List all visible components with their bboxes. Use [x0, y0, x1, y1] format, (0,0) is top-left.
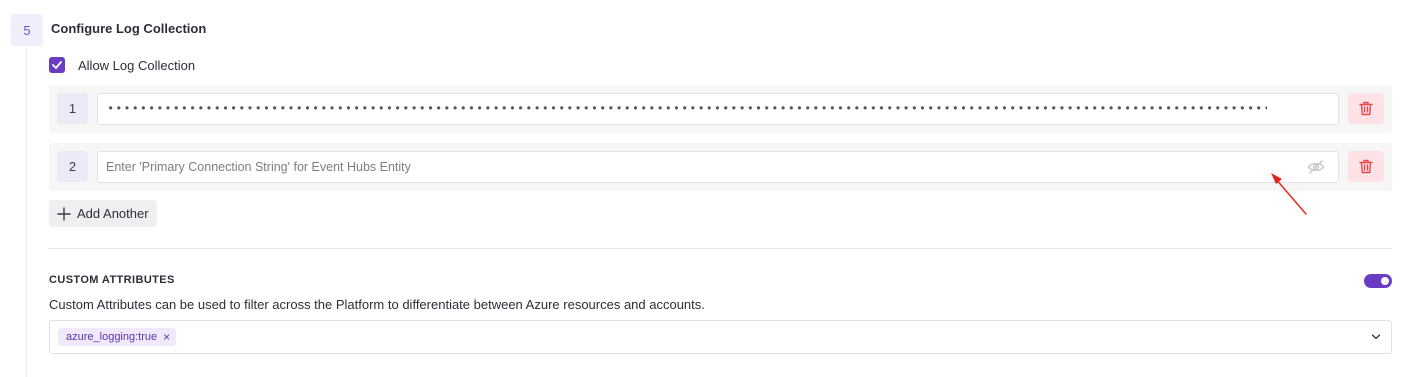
custom-attributes-toggle[interactable]: [1364, 274, 1392, 288]
masked-connection-string: ••••••••••••••••••••••••••••••••••••••••…: [107, 102, 1267, 116]
attribute-tag-label: azure_logging:true: [66, 331, 158, 343]
allow-log-collection-row[interactable]: Allow Log Collection: [49, 57, 195, 73]
allow-log-collection-checkbox[interactable]: [49, 57, 65, 73]
chevron-down-icon[interactable]: [1371, 333, 1381, 341]
section-divider: [49, 248, 1392, 249]
trash-icon: [1359, 101, 1373, 116]
delete-row-button[interactable]: [1348, 93, 1384, 124]
step-title: Configure Log Collection: [51, 21, 207, 36]
check-icon: [52, 61, 62, 69]
allow-log-collection-label: Allow Log Collection: [78, 57, 196, 73]
row-number: 2: [57, 151, 88, 182]
plus-icon: [57, 206, 71, 221]
add-another-label: Add Another: [77, 206, 149, 221]
add-another-button[interactable]: Add Another: [49, 200, 157, 227]
step-connector-line: [26, 48, 27, 377]
row-number: 1: [57, 93, 88, 124]
connection-string-row: 2: [49, 143, 1392, 191]
custom-attributes-select[interactable]: azure_logging:true ×: [49, 320, 1392, 354]
trash-icon: [1359, 159, 1373, 174]
delete-row-button[interactable]: [1348, 151, 1384, 182]
connection-string-row: 1 ••••••••••••••••••••••••••••••••••••••…: [49, 85, 1392, 133]
connection-string-input[interactable]: [97, 151, 1339, 183]
step-number-badge: 5: [11, 14, 43, 46]
toggle-knob: [1381, 277, 1389, 285]
annotation-arrow-icon: [1271, 173, 1307, 215]
tag-remove-button[interactable]: ×: [163, 330, 170, 344]
custom-attributes-heading: CUSTOM ATTRIBUTES: [49, 274, 175, 286]
custom-attributes-description: Custom Attributes can be used to filter …: [49, 297, 705, 312]
attribute-tag: azure_logging:true ×: [58, 328, 177, 346]
